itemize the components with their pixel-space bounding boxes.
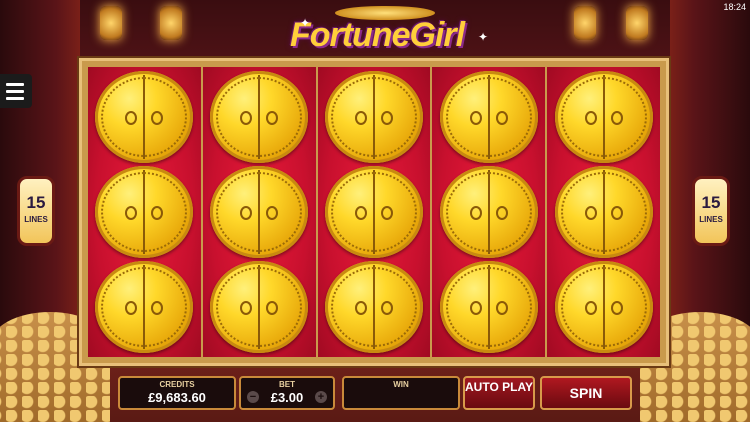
hamburger-line (6, 89, 24, 93)
golden-door-symbol (95, 165, 194, 258)
lines-indicator-left: 15 LINES (17, 176, 55, 246)
win-panel: WIN (342, 376, 460, 410)
bet-panel: − BET £3.00 + (239, 376, 335, 410)
reel-column (202, 67, 316, 357)
menu-button[interactable] (0, 74, 32, 108)
golden-door-symbol (439, 165, 538, 258)
golden-door-symbol (210, 70, 309, 163)
spin-button[interactable]: SPIN (540, 376, 632, 410)
bet-decrease-button[interactable]: − (247, 391, 259, 403)
bet-label: BET (279, 380, 295, 389)
lantern-icon (626, 6, 648, 40)
lines-indicator-right: 15 LINES (692, 176, 730, 246)
sparkle-icon: ✦ (478, 30, 489, 44)
sparkle-icon: ✦ (300, 16, 311, 30)
bet-increase-button[interactable]: + (315, 391, 327, 403)
lines-count: 15 (701, 193, 721, 212)
golden-door-symbol (95, 261, 194, 354)
lantern-icon (160, 6, 182, 40)
reel-column (317, 67, 431, 357)
reel-frame (79, 58, 669, 366)
hamburger-line (6, 82, 24, 86)
lines-count: 15 (26, 193, 46, 212)
golden-door-symbol (439, 261, 538, 354)
golden-door-symbol (210, 261, 309, 354)
golden-door-symbol (95, 70, 194, 163)
hamburger-line (6, 96, 24, 100)
golden-door-symbol (324, 261, 423, 354)
golden-door-symbol (324, 70, 423, 163)
win-label: WIN (393, 380, 409, 389)
credits-label: CREDITS (159, 380, 195, 389)
game-logo: FortuneGirl (289, 16, 465, 54)
lines-label: LINES (24, 215, 48, 224)
reel-column (88, 67, 201, 357)
credits-value: £9,683.60 (148, 390, 206, 405)
reel-column (432, 67, 546, 357)
autoplay-button[interactable]: AUTO PLAY (463, 376, 535, 410)
golden-door-symbol (554, 165, 653, 258)
golden-door-symbol (554, 261, 653, 354)
status-time: 18:24 (723, 2, 746, 12)
lantern-icon (100, 6, 122, 40)
golden-door-symbol (554, 70, 653, 163)
lines-label: LINES (699, 215, 723, 224)
credits-panel: CREDITS £9,683.60 (118, 376, 236, 410)
golden-door-symbol (210, 165, 309, 258)
reels (88, 67, 660, 357)
golden-door-symbol (439, 70, 538, 163)
reel-column (547, 67, 660, 357)
lantern-icon (574, 6, 596, 40)
golden-door-symbol (324, 165, 423, 258)
